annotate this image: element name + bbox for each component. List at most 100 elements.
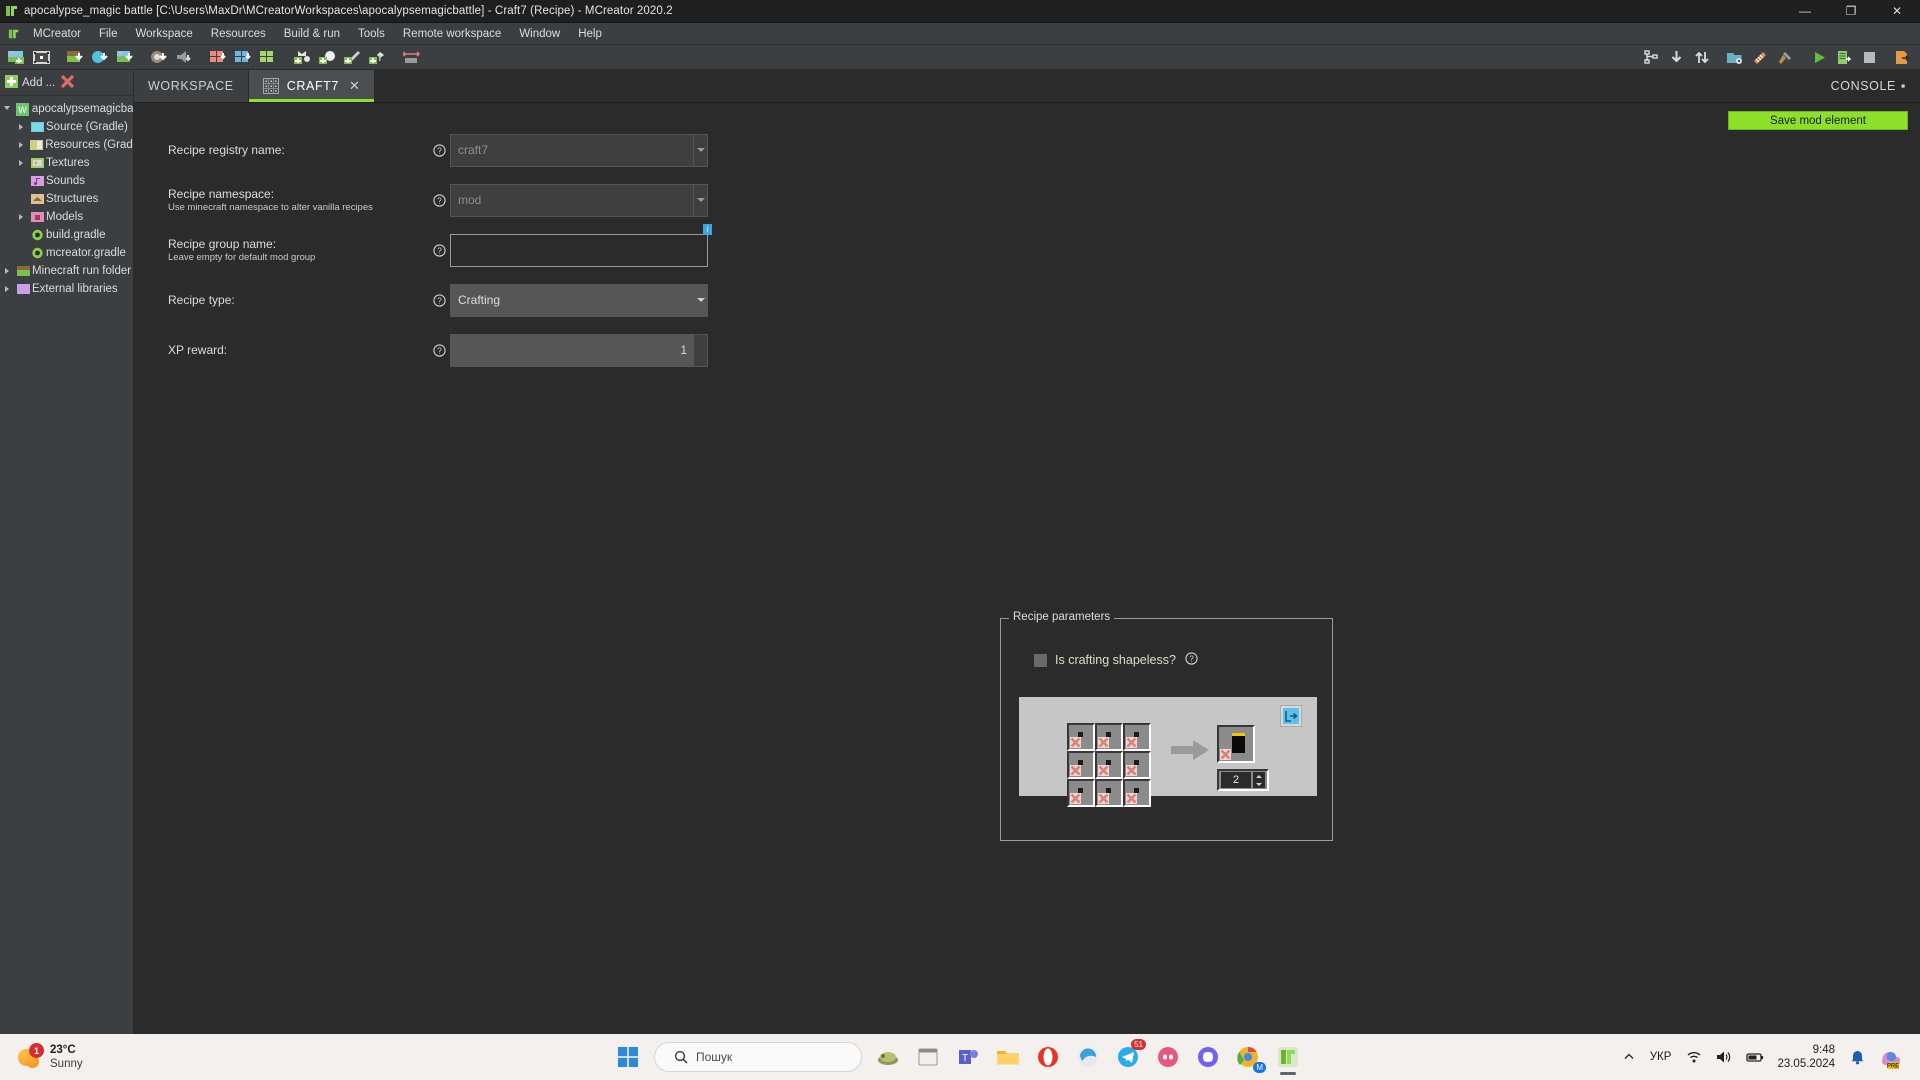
chevron-right-icon[interactable]	[14, 214, 28, 220]
field-control[interactable]: mod	[450, 183, 708, 217]
field-control[interactable]: craft7	[450, 133, 708, 167]
crafting-input-grid[interactable]	[1067, 723, 1151, 807]
menu-tools[interactable]: Tools	[349, 25, 394, 43]
tree-item-minecraft-run-folder[interactable]: Minecraft run folder	[0, 262, 133, 280]
chevron-up-icon[interactable]	[1256, 774, 1262, 778]
help-icon[interactable]: ?	[428, 243, 450, 257]
sidebar-add-label[interactable]: Add ...	[22, 77, 55, 89]
taskbar-widgets-icon[interactable]	[868, 1037, 908, 1077]
slot-1-2[interactable]	[1123, 751, 1151, 779]
menu-mcreator[interactable]: MCreator	[24, 25, 90, 43]
recipe-type-select[interactable]: Crafting	[450, 283, 694, 317]
build-hammer-icon[interactable]	[1773, 46, 1797, 68]
export-mod-icon[interactable]	[1891, 46, 1915, 68]
stop-icon[interactable]	[1857, 46, 1881, 68]
help-icon[interactable]: ?	[428, 293, 450, 307]
tree-item-sounds[interactable]: Sounds	[0, 172, 133, 190]
new-structure-icon[interactable]	[206, 46, 230, 68]
menu-file[interactable]: File	[90, 25, 127, 43]
taskbar-teams-icon[interactable]: T	[948, 1037, 988, 1077]
tab-workspace[interactable]: WORKSPACE	[134, 70, 249, 102]
tree-item-models[interactable]: Models	[0, 208, 133, 226]
chevron-right-icon[interactable]	[14, 124, 28, 130]
output-count-stepper[interactable]: 2	[1217, 769, 1269, 791]
import-sound-icon[interactable]	[172, 46, 196, 68]
menu-workspace[interactable]: Workspace	[126, 25, 201, 43]
import-block-texture-icon[interactable]	[63, 46, 87, 68]
output-slot[interactable]	[1217, 725, 1255, 763]
close-button[interactable]: ✕	[1874, 0, 1920, 23]
copilot-icon[interactable]: PRE	[1879, 1045, 1903, 1069]
menu-remote-workspace[interactable]: Remote workspace	[394, 25, 510, 43]
recipe-group-name-input[interactable]	[450, 233, 708, 267]
new-mod-element-icon[interactable]	[4, 46, 28, 68]
taskbar-discord-icon[interactable]	[1148, 1037, 1188, 1077]
help-icon[interactable]: ?	[1185, 652, 1198, 668]
menu-help[interactable]: Help	[569, 25, 611, 43]
bell-icon[interactable]	[1850, 1050, 1865, 1065]
field-control[interactable]: Crafting	[450, 283, 708, 317]
console-toggle[interactable]: CONSOLE ▪	[1817, 70, 1920, 102]
xp-reward-input[interactable]: 1	[450, 333, 694, 367]
save-mod-element-button[interactable]: Save mod element	[1728, 111, 1908, 130]
tree-item-workspace[interactable]: W apocalypsemagicba	[0, 100, 133, 118]
chevron-down-icon[interactable]	[694, 283, 708, 317]
tab-close-icon[interactable]: ✕	[349, 78, 361, 94]
slot-2-1[interactable]	[1095, 779, 1123, 807]
shapeless-checkbox[interactable]	[1034, 653, 1047, 667]
workspace-tree[interactable]: W apocalypsemagicba Source (Gradle) Reso…	[0, 96, 133, 1037]
workspace-tree-icon[interactable]	[1639, 46, 1663, 68]
chevron-right-icon[interactable]	[0, 268, 14, 274]
download-icon[interactable]	[1664, 46, 1688, 68]
resize-texture-icon[interactable]	[399, 46, 423, 68]
taskbar-telegram-icon[interactable]: 51	[1108, 1037, 1148, 1077]
mod-texture-icon[interactable]	[1748, 46, 1772, 68]
taskbar-clock[interactable]: 9:48 23.05.2024	[1777, 1043, 1835, 1071]
import-armor-texture-icon[interactable]	[147, 46, 171, 68]
maximize-button[interactable]: ❐	[1828, 0, 1874, 23]
chevron-down-icon[interactable]	[0, 105, 14, 113]
export-recipe-icon[interactable]	[1280, 705, 1302, 727]
animated-texture-icon[interactable]	[29, 46, 53, 68]
new-block-model-icon[interactable]	[231, 46, 255, 68]
tree-item-external-libraries[interactable]: External libraries	[0, 280, 133, 298]
taskbar-file-explorer-icon[interactable]	[908, 1037, 948, 1077]
help-icon[interactable]: ?	[428, 143, 450, 157]
add-particle-icon[interactable]	[315, 46, 339, 68]
slot-0-1[interactable]	[1095, 723, 1123, 751]
recipe-registry-name-input[interactable]: craft7	[450, 133, 694, 167]
field-control[interactable]: i	[450, 223, 712, 267]
taskbar-mcreator-icon[interactable]	[1268, 1037, 1308, 1077]
add-armor-model-icon[interactable]	[290, 46, 314, 68]
chevron-right-icon[interactable]	[0, 286, 14, 292]
volume-icon[interactable]	[1716, 1050, 1732, 1064]
minimize-button[interactable]: —	[1782, 0, 1828, 23]
menu-resources[interactable]: Resources	[202, 25, 275, 43]
slot-2-0[interactable]	[1067, 779, 1095, 807]
language-indicator[interactable]: УКР	[1650, 1051, 1672, 1063]
new-item-model-icon[interactable]	[256, 46, 280, 68]
slot-1-1[interactable]	[1095, 751, 1123, 779]
tab-craft7[interactable]: CRAFT7 ✕	[248, 70, 376, 102]
taskbar-edge-icon[interactable]	[1068, 1037, 1108, 1077]
taskbar-viber-icon[interactable]	[1188, 1037, 1228, 1077]
chevron-down-icon[interactable]	[1256, 782, 1262, 786]
recipe-namespace-input[interactable]: mod	[450, 183, 694, 217]
chevron-down-icon[interactable]	[694, 133, 708, 167]
upload-icon[interactable]	[1689, 46, 1713, 68]
slot-1-0[interactable]	[1067, 751, 1095, 779]
menu-window[interactable]: Window	[510, 25, 569, 43]
import-entity-texture-icon[interactable]	[113, 46, 137, 68]
taskbar-explorer-icon[interactable]	[988, 1037, 1028, 1077]
chevron-right-icon[interactable]	[14, 160, 28, 166]
slot-0-2[interactable]	[1123, 723, 1151, 751]
delete-x-icon[interactable]	[61, 74, 75, 91]
field-control[interactable]: 1	[450, 333, 708, 367]
tree-item-textures[interactable]: Textures	[0, 154, 133, 172]
tree-item-build-gradle[interactable]: build.gradle	[0, 226, 133, 244]
tree-item-source[interactable]: Source (Gradle)	[0, 118, 133, 136]
taskbar-weather-widget[interactable]: 1 23°C Sunny	[18, 1043, 83, 1071]
output-count-value[interactable]: 2	[1221, 772, 1251, 788]
taskbar-search-input[interactable]: Пошук	[654, 1042, 862, 1072]
tree-item-mcreator-gradle[interactable]: mcreator.gradle	[0, 244, 133, 262]
